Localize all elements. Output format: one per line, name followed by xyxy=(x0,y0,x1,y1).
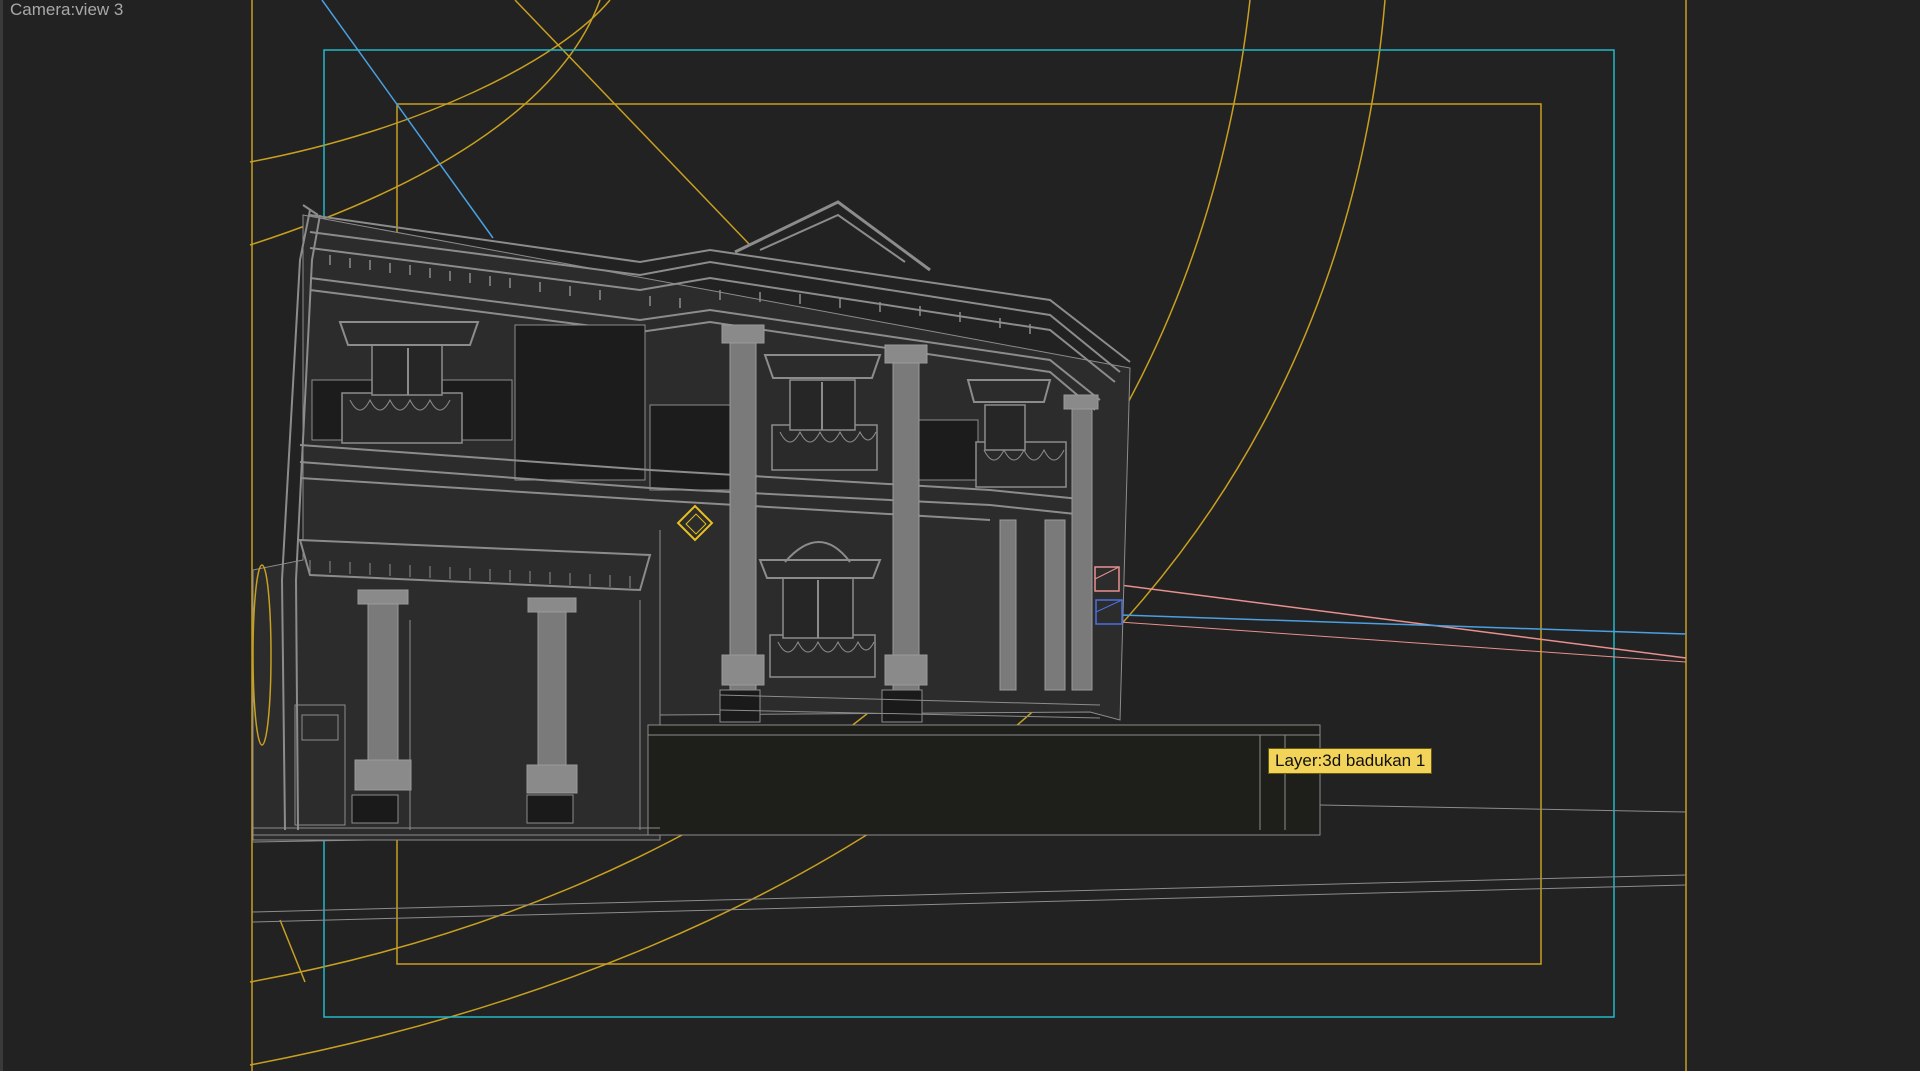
building-wireframe[interactable] xyxy=(252,200,1321,841)
light-line-blue xyxy=(1119,614,1687,635)
camera-direction-line xyxy=(321,0,494,239)
wireframe-scene[interactable] xyxy=(0,0,1920,1071)
layer-tooltip: Layer:3d badukan 1 xyxy=(1268,748,1433,774)
light-line-red xyxy=(1119,584,1687,659)
camera-viewport[interactable]: Camera:view 3 Layer:3d badukan 1 xyxy=(0,0,1920,1071)
light-line-red-2 xyxy=(1119,621,1687,663)
viewport-camera-label[interactable]: Camera:view 3 xyxy=(10,0,123,20)
